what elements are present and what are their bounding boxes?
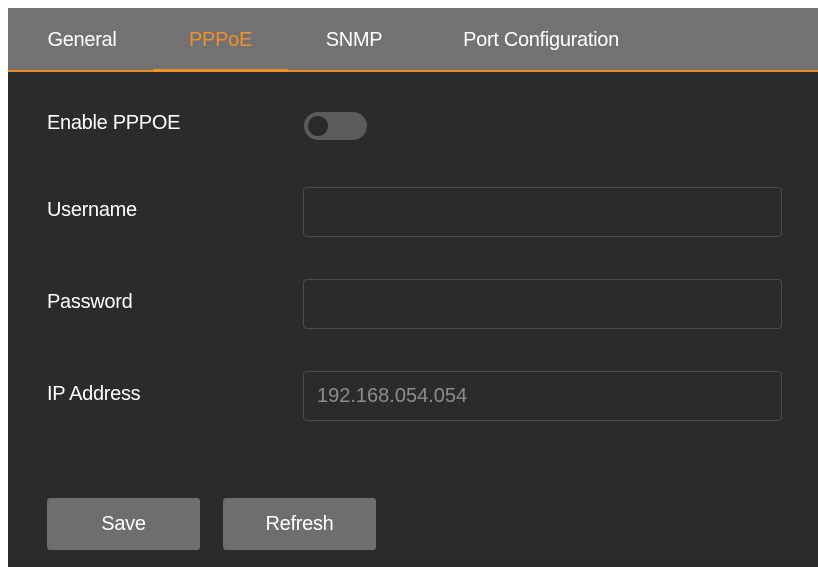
save-button[interactable]: Save — [47, 498, 200, 550]
password-field[interactable] — [303, 279, 782, 329]
tab-bar: General PPPoE SNMP Port Configuration — [8, 8, 818, 72]
username-label: Username — [47, 199, 137, 221]
enable-pppoe-toggle[interactable] — [304, 112, 367, 140]
ip-address-field[interactable] — [303, 371, 782, 421]
tab-snmp[interactable]: SNMP — [316, 8, 392, 70]
tab-pppoe[interactable]: PPPoE — [153, 8, 288, 72]
ip-address-label: IP Address — [47, 383, 141, 405]
toggle-knob — [308, 116, 328, 136]
enable-pppoe-label: Enable PPPOE — [47, 112, 181, 134]
password-label: Password — [47, 291, 133, 313]
pppoe-settings-panel: General PPPoE SNMP Port Configuration En… — [8, 8, 818, 567]
refresh-button[interactable]: Refresh — [223, 498, 376, 550]
tab-port-configuration[interactable]: Port Configuration — [446, 8, 636, 70]
username-field[interactable] — [303, 187, 782, 237]
tab-general[interactable]: General — [40, 8, 124, 70]
